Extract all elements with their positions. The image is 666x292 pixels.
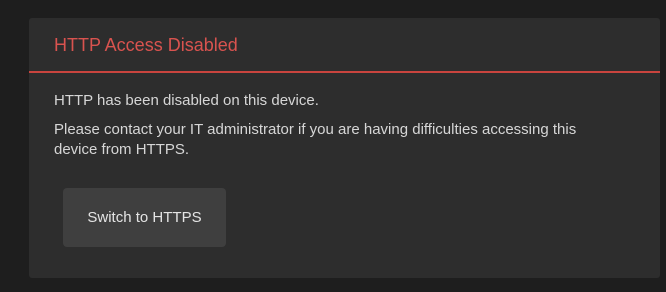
switch-to-https-button[interactable]: Switch to HTTPS — [63, 188, 226, 247]
panel-header: HTTP Access Disabled — [29, 18, 660, 73]
http-disabled-message: HTTP has been disabled on this device. — [54, 92, 319, 109]
contact-admin-message: Please contact your IT administrator if … — [54, 121, 577, 158]
panel-title: HTTP Access Disabled — [54, 35, 238, 55]
http-disabled-panel: HTTP Access Disabled HTTP has been disab… — [29, 18, 660, 278]
panel-body: HTTP has been disabled on this device. P… — [29, 73, 660, 247]
